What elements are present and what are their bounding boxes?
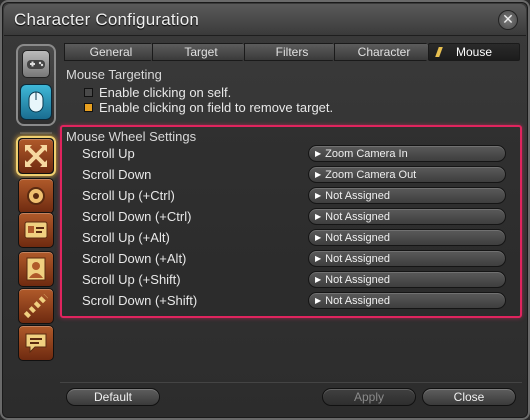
character-configuration-window: Character Configuration ✕ General Target… <box>0 0 530 420</box>
action-dropdown[interactable]: ▶ Not Assigned <box>308 229 506 246</box>
triangle-right-icon: ▶ <box>315 275 322 284</box>
action-dropdown[interactable]: ▶ Zoom Camera Out <box>308 166 506 183</box>
setting-row-scroll-up-ctrl: Scroll Up (+Ctrl) ▶ Not Assigned <box>82 187 508 204</box>
dropdown-value: Not Assigned <box>325 253 390 265</box>
dropdown-value: Zoom Camera Out <box>325 169 417 181</box>
action-dropdown[interactable]: ▶ Not Assigned <box>308 250 506 267</box>
chat-icon[interactable] <box>18 325 54 361</box>
action-dropdown[interactable]: ▶ Not Assigned <box>308 208 506 225</box>
window-title: Character Configuration <box>14 10 200 29</box>
crossed-arrows-icon[interactable] <box>18 138 54 174</box>
mouse-wheel-heading: Mouse Wheel Settings <box>66 129 197 144</box>
setting-label: Scroll Up (+Alt) <box>82 230 170 245</box>
setting-label: Scroll Down (+Shift) <box>82 293 198 308</box>
setting-row-scroll-up: Scroll Up ▶ Zoom Camera In <box>82 145 508 162</box>
triangle-right-icon: ▶ <box>315 191 322 200</box>
close-window-icon[interactable]: ✕ <box>498 10 518 30</box>
action-dropdown[interactable]: ▶ Not Assigned <box>308 187 506 204</box>
action-dropdown[interactable]: ▶ Not Assigned <box>308 271 506 288</box>
checkbox-click-self[interactable]: Enable clicking on self. <box>84 84 231 100</box>
gear-icon[interactable] <box>18 178 54 214</box>
default-button[interactable]: Default <box>66 388 160 406</box>
setting-row-scroll-down: Scroll Down ▶ Zoom Camera Out <box>82 166 508 183</box>
triangle-right-icon: ▶ <box>315 149 322 158</box>
triangle-right-icon: ▶ <box>315 170 322 179</box>
triangle-right-icon: ▶ <box>315 254 322 263</box>
tab-filters[interactable]: Filters <box>244 43 340 61</box>
dropdown-value: Not Assigned <box>325 232 390 244</box>
active-tab-marker <box>435 47 443 57</box>
setting-label: Scroll Down (+Alt) <box>82 251 187 266</box>
tab-general[interactable]: General <box>64 43 158 61</box>
title-bar[interactable]: Character Configuration ✕ <box>4 4 526 36</box>
dropdown-value: Not Assigned <box>325 190 390 202</box>
triangle-right-icon: ▶ <box>315 233 322 242</box>
checkbox-click-field[interactable]: Enable clicking on field to remove targe… <box>84 99 333 115</box>
tab-character[interactable]: Character <box>334 43 434 61</box>
dropdown-value: Not Assigned <box>325 295 390 307</box>
setting-row-scroll-up-alt: Scroll Up (+Alt) ▶ Not Assigned <box>82 229 508 246</box>
close-button[interactable]: Close <box>422 388 516 406</box>
tab-bar: General Target Filters Character Mouse <box>64 43 520 61</box>
checker-icon[interactable] <box>18 288 54 324</box>
sidebar-divider <box>20 132 52 134</box>
profile-icon[interactable] <box>18 251 54 287</box>
setting-row-scroll-down-ctrl: Scroll Down (+Ctrl) ▶ Not Assigned <box>82 208 508 225</box>
dropdown-value: Zoom Camera In <box>325 148 408 160</box>
triangle-right-icon: ▶ <box>315 212 322 221</box>
setting-label: Scroll Down <box>82 167 152 182</box>
checkbox-label: Enable clicking on field to remove targe… <box>99 99 334 115</box>
checkbox-box[interactable] <box>84 87 93 97</box>
dropdown-value: Not Assigned <box>325 274 390 286</box>
footer-divider <box>60 382 522 383</box>
action-dropdown[interactable]: ▶ Zoom Camera In <box>308 145 506 162</box>
setting-label: Scroll Down (+Ctrl) <box>82 209 192 224</box>
setting-row-scroll-down-alt: Scroll Down (+Alt) ▶ Not Assigned <box>82 250 508 267</box>
gamepad-icon[interactable] <box>22 50 50 78</box>
apply-button[interactable]: Apply <box>322 388 416 406</box>
checkbox-box[interactable] <box>84 102 93 112</box>
checkbox-label: Enable clicking on self. <box>99 84 232 100</box>
mouse-targeting-heading: Mouse Targeting <box>66 67 162 82</box>
setting-label: Scroll Up (+Shift) <box>82 272 181 287</box>
tab-target[interactable]: Target <box>152 43 250 61</box>
action-dropdown[interactable]: ▶ Not Assigned <box>308 292 506 309</box>
mouse-icon[interactable] <box>20 84 52 120</box>
triangle-right-icon: ▶ <box>315 296 322 305</box>
input-mode-group <box>16 44 56 126</box>
tab-mouse[interactable]: Mouse <box>428 43 520 61</box>
id-card-icon[interactable] <box>18 212 54 248</box>
setting-label: Scroll Up (+Ctrl) <box>82 188 175 203</box>
setting-row-scroll-up-shift: Scroll Up (+Shift) ▶ Not Assigned <box>82 271 508 288</box>
tab-mouse-label: Mouse <box>455 45 493 59</box>
setting-row-scroll-down-shift: Scroll Down (+Shift) ▶ Not Assigned <box>82 292 508 309</box>
setting-label: Scroll Up <box>82 146 135 161</box>
dropdown-value: Not Assigned <box>325 211 390 223</box>
